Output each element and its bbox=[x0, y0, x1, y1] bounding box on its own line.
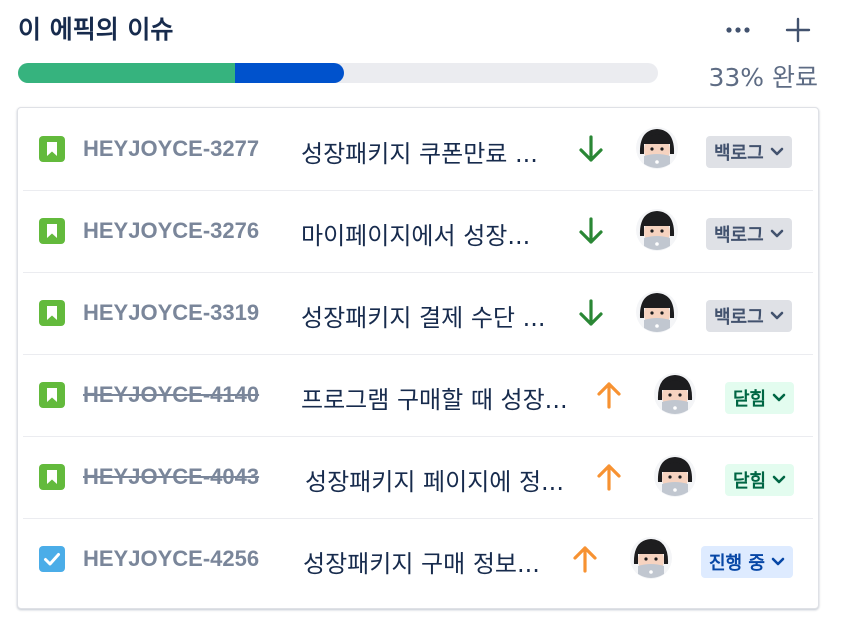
issue-key-link[interactable]: HEYJOYCE-3276 bbox=[83, 218, 259, 244]
status-label: 백로그 bbox=[714, 143, 764, 164]
more-horizontal-icon bbox=[726, 27, 750, 33]
assignee-avatar[interactable] bbox=[635, 288, 679, 336]
low-priority-icon bbox=[578, 216, 604, 246]
status-label: 진행 중 bbox=[709, 553, 765, 574]
assignee-avatar[interactable] bbox=[629, 534, 673, 582]
status-dropdown[interactable]: 닫힘 bbox=[725, 464, 795, 496]
status-label: 백로그 bbox=[714, 307, 764, 328]
chevron-down-icon bbox=[772, 475, 786, 485]
status-label: 닫힘 bbox=[733, 471, 767, 492]
high-priority-icon bbox=[596, 380, 622, 410]
issue-row[interactable]: HEYJOYCE-3276 마이페이지에서 성장... 백로그 bbox=[23, 190, 813, 273]
assignee-avatar[interactable] bbox=[653, 452, 697, 500]
epic-progress-bar bbox=[18, 63, 658, 83]
story-icon bbox=[39, 464, 65, 490]
status-dropdown[interactable]: 백로그 bbox=[706, 136, 792, 168]
epic-issue-list: HEYJOYCE-3277 성장패키지 쿠폰만료 ... 백로그 HEYJOYCE-… bbox=[17, 107, 819, 609]
more-actions-button[interactable] bbox=[722, 14, 756, 42]
issue-summary[interactable]: 성장패키지 쿠폰만료 ... bbox=[301, 134, 538, 169]
chevron-down-icon bbox=[772, 393, 786, 403]
issue-summary[interactable]: 성장패키지 결제 수단 ... bbox=[301, 298, 546, 333]
add-issue-button[interactable] bbox=[780, 12, 816, 48]
issue-key-link[interactable]: HEYJOYCE-3319 bbox=[83, 300, 259, 326]
chevron-down-icon bbox=[770, 229, 784, 239]
issue-row[interactable]: HEYJOYCE-4043 성장패키지 페이지에 정... 닫힘 bbox=[23, 436, 813, 519]
status-dropdown[interactable]: 백로그 bbox=[706, 300, 792, 332]
issue-key-link[interactable]: HEYJOYCE-4140 bbox=[83, 382, 259, 408]
status-dropdown[interactable]: 진행 중 bbox=[701, 546, 793, 578]
assignee-avatar[interactable] bbox=[635, 206, 679, 254]
low-priority-icon bbox=[578, 298, 604, 328]
high-priority-icon bbox=[596, 462, 622, 492]
high-priority-icon bbox=[572, 544, 598, 574]
chevron-down-icon bbox=[771, 557, 785, 567]
issue-summary[interactable]: 성장패키지 구매 정보... bbox=[303, 544, 540, 579]
issue-key-link[interactable]: HEYJOYCE-4256 bbox=[83, 546, 259, 572]
status-label: 백로그 bbox=[714, 225, 764, 246]
issue-row[interactable]: HEYJOYCE-3277 성장패키지 쿠폰만료 ... 백로그 bbox=[23, 108, 813, 191]
issue-row[interactable]: HEYJOYCE-4140 프로그램 구매할 때 성장... 닫힘 bbox=[23, 354, 813, 437]
task-icon bbox=[39, 546, 65, 572]
status-dropdown[interactable]: 닫힘 bbox=[725, 382, 795, 414]
progress-done-segment bbox=[18, 63, 235, 83]
low-priority-icon bbox=[578, 134, 604, 164]
plus-icon bbox=[785, 17, 811, 43]
status-label: 닫힘 bbox=[733, 389, 767, 410]
progress-in-progress-segment bbox=[235, 63, 344, 83]
story-icon bbox=[39, 218, 65, 244]
assignee-avatar[interactable] bbox=[653, 370, 697, 418]
story-icon bbox=[39, 300, 65, 326]
story-icon bbox=[39, 136, 65, 162]
assignee-avatar[interactable] bbox=[635, 124, 679, 172]
issue-summary[interactable]: 성장패키지 페이지에 정... bbox=[305, 462, 564, 497]
status-dropdown[interactable]: 백로그 bbox=[706, 218, 792, 250]
issue-summary[interactable]: 마이페이지에서 성장... bbox=[301, 216, 530, 251]
story-icon bbox=[39, 382, 65, 408]
issue-row[interactable]: HEYJOYCE-3319 성장패키지 결제 수단 ... 백로그 bbox=[23, 272, 813, 355]
issue-row[interactable]: HEYJOYCE-4256 성장패키지 구매 정보... 진행 중 bbox=[23, 518, 813, 600]
issue-key-link[interactable]: HEYJOYCE-4043 bbox=[83, 464, 259, 490]
chevron-down-icon bbox=[770, 311, 784, 321]
chevron-down-icon bbox=[770, 147, 784, 157]
issue-key-link[interactable]: HEYJOYCE-3277 bbox=[83, 136, 259, 162]
progress-percent-label: 33% 완료 bbox=[708, 63, 818, 92]
issue-summary[interactable]: 프로그램 구매할 때 성장... bbox=[301, 380, 568, 415]
panel-title: 이 에픽의 이슈 bbox=[18, 15, 174, 44]
